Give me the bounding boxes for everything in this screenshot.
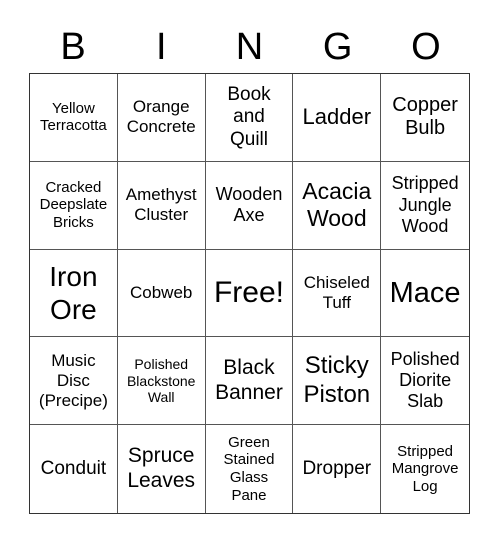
cell-label: Free!: [213, 276, 284, 310]
bingo-cell[interactable]: Acacia Wood: [293, 161, 382, 250]
cell-label: Spruce Leaves: [127, 444, 196, 493]
cell-label: Chiseled Tuff: [303, 272, 370, 312]
bingo-cell[interactable]: Spruce Leaves: [118, 425, 206, 513]
bingo-cell[interactable]: Stripped Jungle Wood: [381, 162, 469, 250]
bingo-cell[interactable]: Mace: [381, 250, 469, 338]
bingo-cell[interactable]: Stripped Mangrove Log: [381, 425, 469, 513]
bingo-cell[interactable]: Yellow Terracotta: [30, 74, 118, 162]
cell-label: Conduit: [40, 457, 107, 479]
bingo-cell[interactable]: Black Banner: [205, 337, 294, 426]
cell-label: Sticky Piston: [303, 352, 371, 408]
cell-label: Stripped Jungle Wood: [391, 173, 459, 236]
bingo-cell[interactable]: Music Disc (Precipe): [30, 337, 118, 426]
bingo-cell[interactable]: Book and Quill: [205, 74, 294, 162]
cell-label: Polished Blackstone Wall: [126, 356, 196, 406]
bingo-cell[interactable]: Polished Blackstone Wall: [117, 337, 206, 426]
cell-label: Iron Ore: [49, 260, 98, 325]
cell-label: Ladder: [302, 104, 372, 130]
cell-label: Wooden Axe: [215, 183, 283, 226]
bingo-cell[interactable]: Orange Concrete: [117, 74, 206, 162]
cell-label: Copper Bulb: [392, 93, 458, 140]
bingo-cell[interactable]: Green Stained Glass Pane: [206, 425, 294, 513]
cell-label: Amethyst Cluster: [125, 185, 197, 225]
bingo-cell[interactable]: Dropper: [293, 425, 382, 513]
bingo-grid: Yellow Terracotta Orange Concrete Book a…: [29, 73, 470, 514]
cell-label: Dropper: [302, 457, 372, 479]
bingo-cell[interactable]: Copper Bulb: [381, 74, 469, 162]
bingo-cell[interactable]: Wooden Axe: [205, 161, 294, 250]
bingo-cell[interactable]: Chiseled Tuff: [293, 249, 382, 338]
cell-label: Stripped Mangrove Log: [391, 442, 459, 495]
header-letter-i: I: [156, 26, 167, 68]
header-letter-b: B: [60, 26, 86, 68]
cell-label: Cracked Deepslate Bricks: [39, 178, 108, 232]
bingo-cell[interactable]: Conduit: [30, 425, 118, 513]
cell-label: Mace: [389, 276, 461, 309]
bingo-cell[interactable]: Cracked Deepslate Bricks: [30, 161, 118, 250]
bingo-cell[interactable]: Polished Diorite Slab: [381, 337, 469, 426]
header-letter-g: G: [322, 26, 353, 68]
cell-label: Yellow Terracotta: [40, 99, 107, 135]
cell-label: Black Banner: [215, 356, 283, 404]
bingo-cell[interactable]: Ladder: [293, 74, 382, 162]
cell-label: Book and Quill: [227, 83, 271, 150]
bingo-cell[interactable]: Cobweb: [117, 249, 206, 338]
cell-label: Cobweb: [130, 282, 193, 302]
cell-label: Polished Diorite Slab: [390, 348, 460, 412]
bingo-cell[interactable]: Iron Ore: [30, 249, 118, 338]
free-space-cell[interactable]: Free!: [205, 249, 294, 338]
header-letter-o: O: [411, 26, 441, 68]
cell-label: Music Disc (Precipe): [38, 350, 108, 410]
header-letter-n: N: [235, 26, 264, 68]
cell-label: Green Stained Glass Pane: [223, 433, 275, 504]
cell-label: Orange Concrete: [126, 97, 196, 137]
cell-label: Acacia Wood: [302, 178, 372, 232]
bingo-cell[interactable]: Amethyst Cluster: [117, 161, 206, 250]
bingo-cell[interactable]: Sticky Piston: [293, 337, 382, 426]
bingo-header: B I N G O: [29, 22, 470, 72]
